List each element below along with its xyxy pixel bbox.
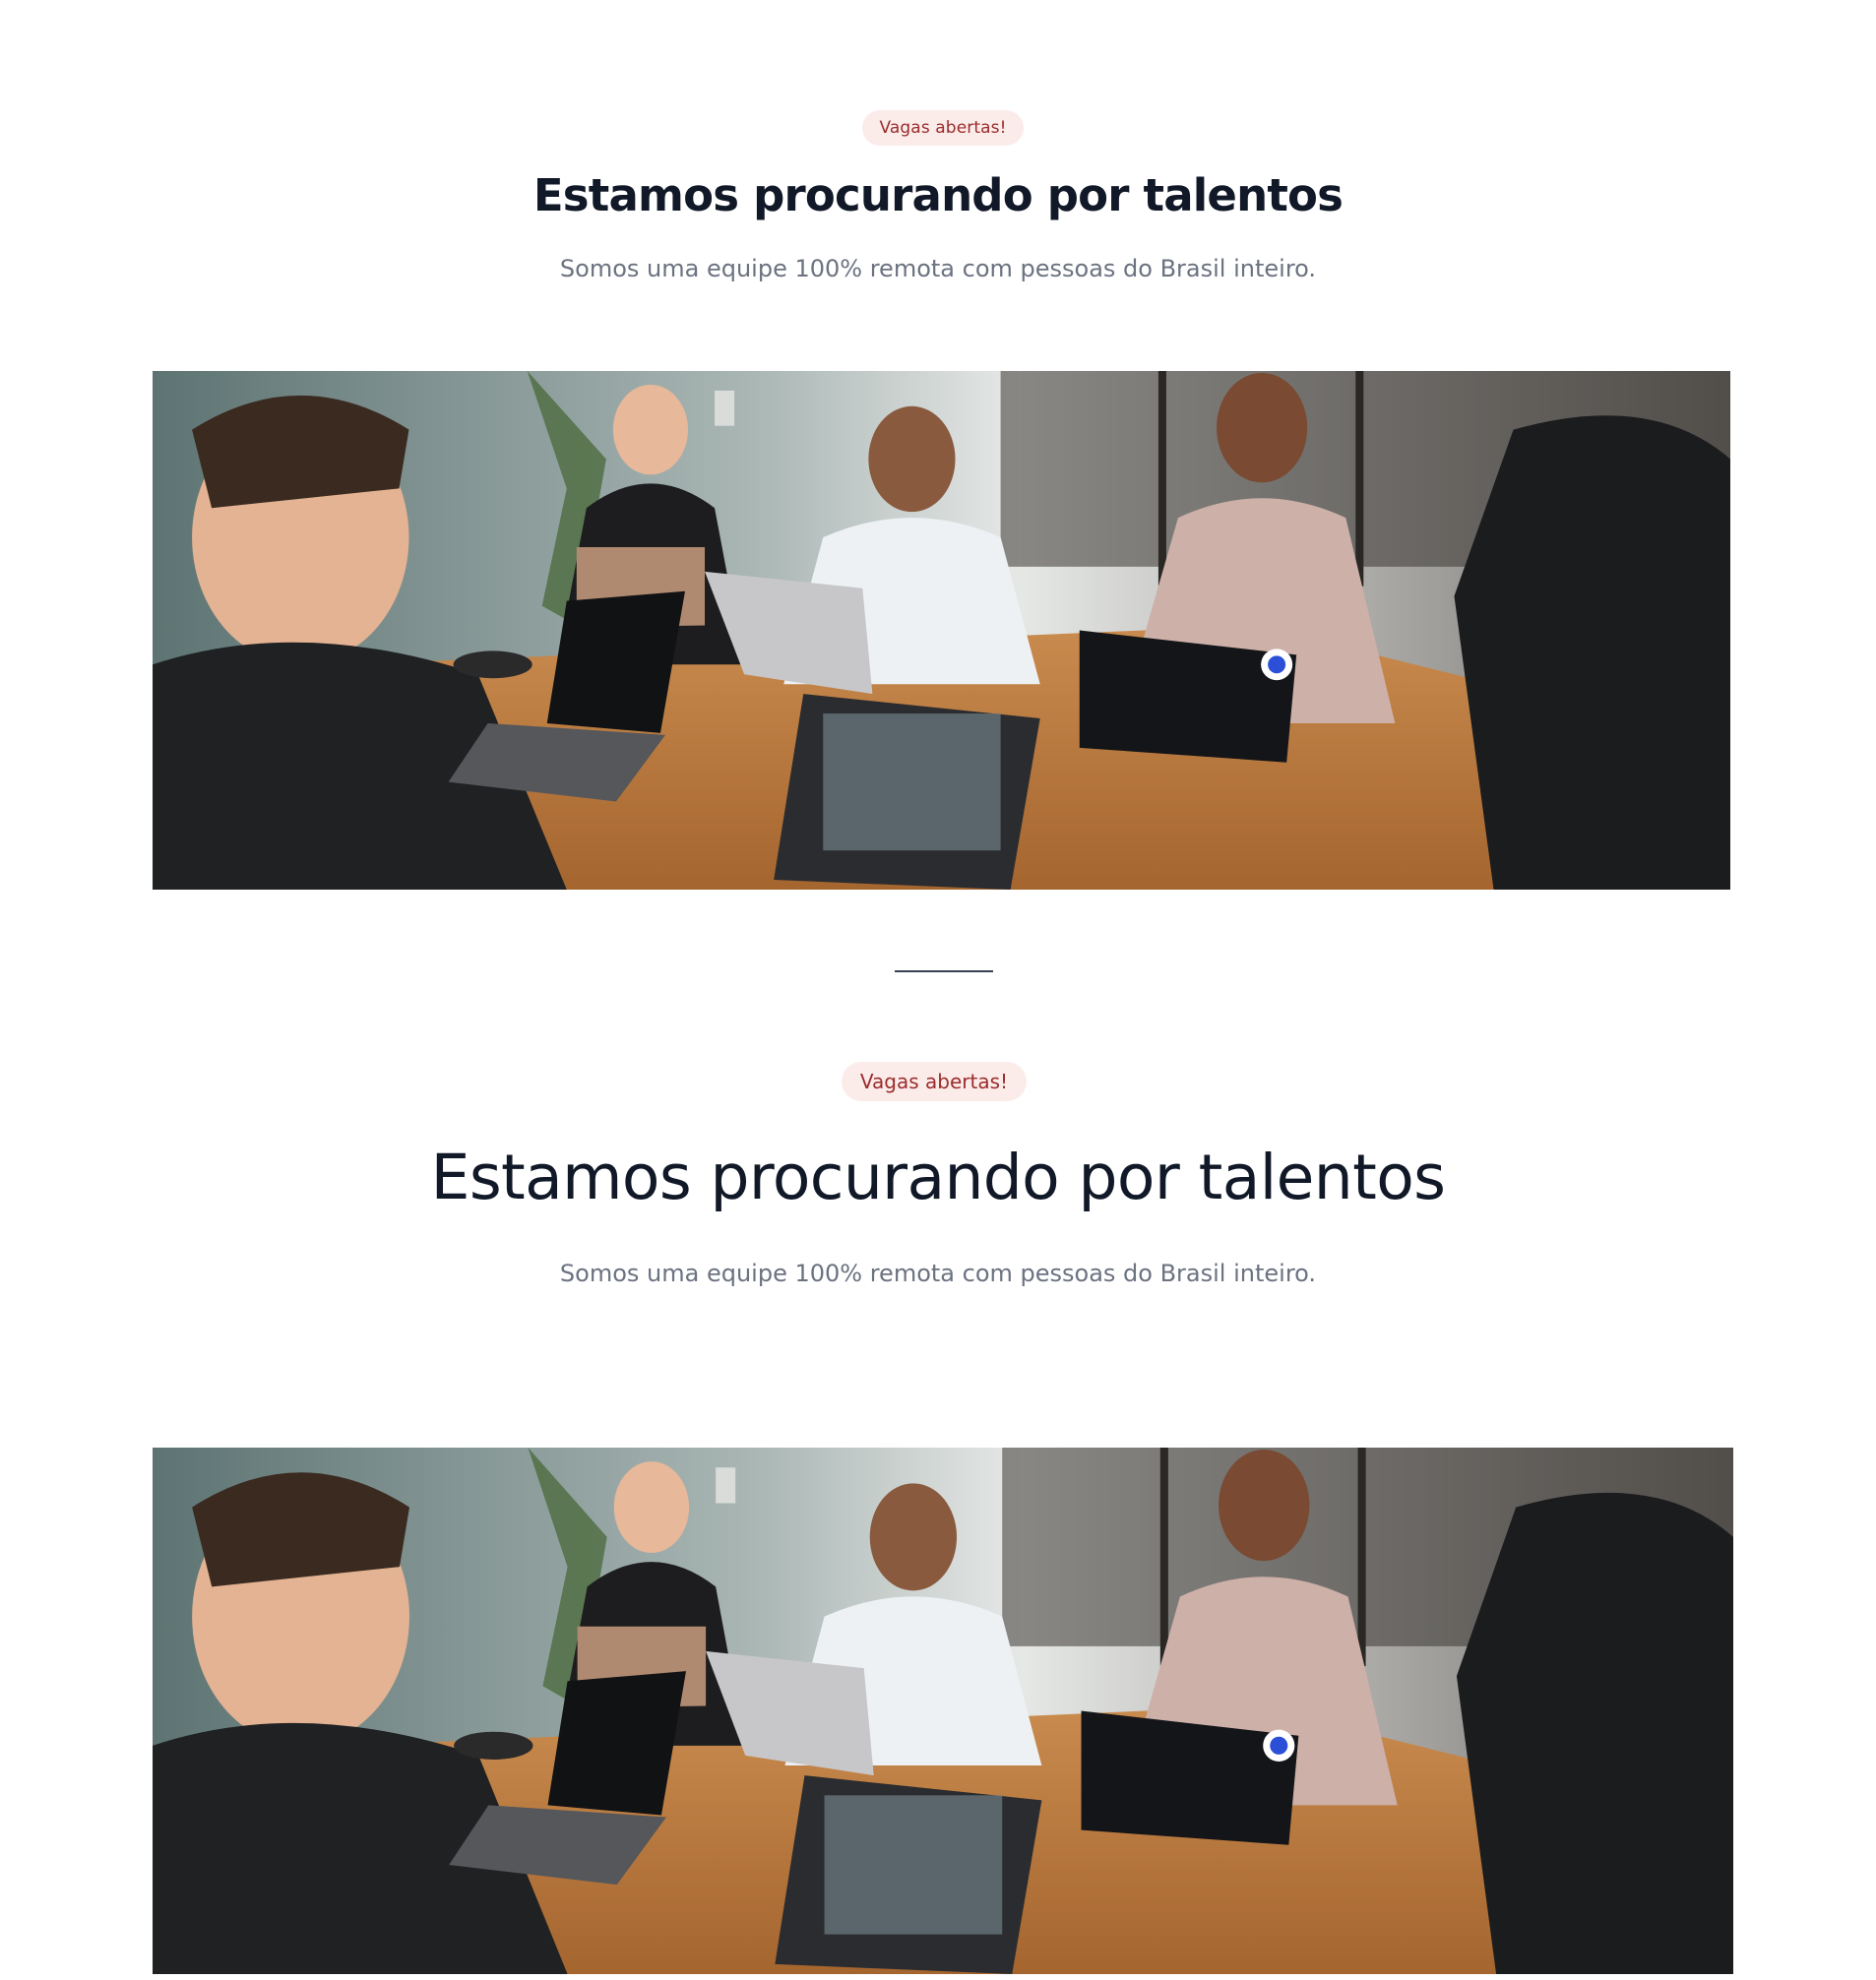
section-subtitle: Somos uma equipe 100% remota com pessoas…	[559, 1260, 1317, 1287]
open-positions-badge[interactable]: Vagas abertas!	[842, 1062, 1027, 1101]
section-subtitle: Somos uma equipe 100% remota com pessoas…	[559, 255, 1317, 282]
section-title: Estamos procurando por talentos	[430, 1142, 1446, 1213]
open-positions-badge[interactable]: Vagas abertas!	[862, 110, 1024, 146]
team-meeting-photo	[153, 371, 1730, 890]
section-divider	[895, 970, 993, 972]
careers-page: Vagas abertas! Estamos procurando por ta…	[0, 0, 1876, 1980]
section-title: Estamos procurando por talentos	[532, 169, 1344, 221]
team-meeting-photo	[153, 1448, 1733, 1974]
